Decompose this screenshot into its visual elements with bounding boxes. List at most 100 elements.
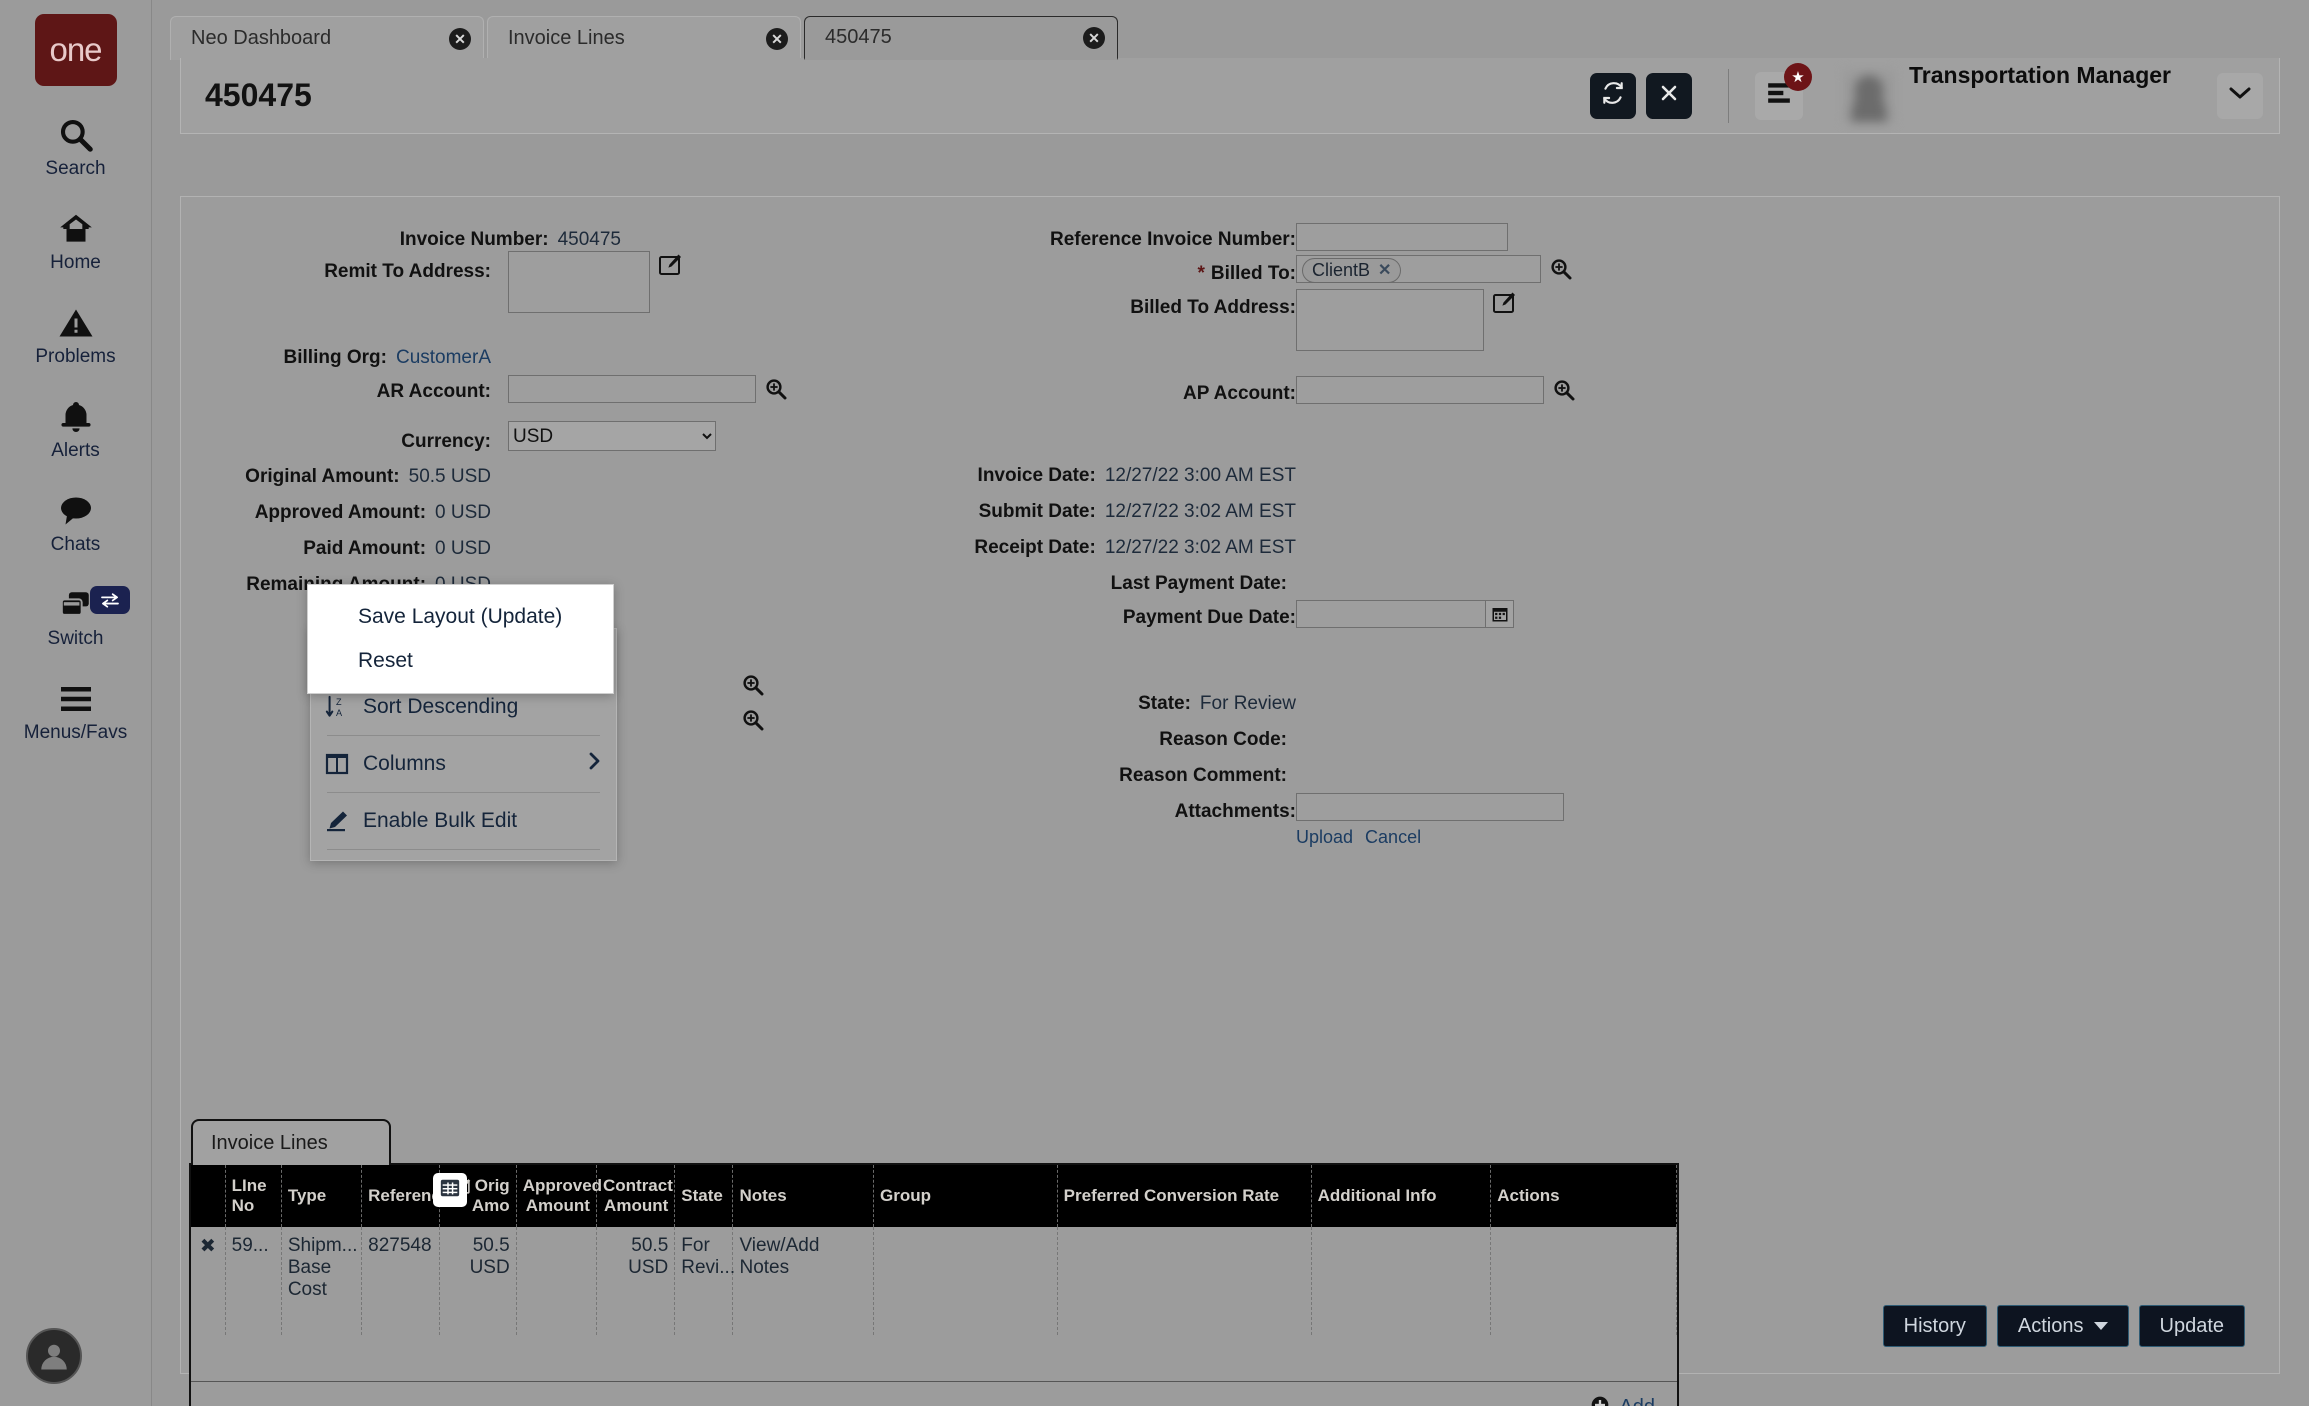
th-actions[interactable]: Actions	[1491, 1165, 1677, 1227]
menu-favorites-button[interactable]: ★	[1755, 72, 1803, 120]
menu-separator	[327, 735, 600, 736]
sidebar-item-label: Alerts	[51, 440, 100, 462]
menu-item-columns[interactable]: Columns	[311, 740, 616, 788]
user-avatar-bottom[interactable]	[26, 1328, 82, 1384]
ar-account-input[interactable]	[508, 375, 756, 403]
switch-toggle-badge-icon[interactable]	[90, 586, 130, 614]
footer-button-bar: History Actions Update	[1883, 1305, 2245, 1347]
home-icon	[56, 208, 96, 250]
currency-group: USD	[499, 421, 716, 451]
th-line-no[interactable]: LIne No	[225, 1165, 281, 1227]
chat-icon	[56, 490, 96, 532]
grid-columns-icon	[439, 1177, 461, 1204]
user-block[interactable]: Transportation Manager	[1843, 62, 2171, 129]
upload-link[interactable]: Upload	[1296, 827, 1353, 848]
billed-to-address-input[interactable]	[1296, 289, 1484, 351]
sidebar-item-label: Search	[45, 158, 105, 180]
field-remit-to-address: Remit To Address:	[241, 257, 491, 283]
field-value: 450475	[558, 225, 621, 251]
cell-orig-amount: 50.5 USD	[440, 1227, 516, 1335]
plus-circle-icon[interactable]	[1590, 1395, 1610, 1406]
table-row[interactable]: ✖ 59... Shipm... Base Cost 827548 50.5 U…	[191, 1227, 1677, 1335]
history-button[interactable]: History	[1883, 1305, 1987, 1347]
tab-invoice-lines[interactable]: Invoice Lines ✕	[487, 16, 801, 60]
th-state[interactable]: State	[675, 1165, 733, 1227]
ap-account-input[interactable]	[1296, 376, 1544, 404]
search-magnifier-icon[interactable]	[764, 375, 788, 401]
billed-to-group: ClientB ✕	[1296, 255, 1573, 283]
refresh-icon	[1600, 80, 1626, 111]
billed-to-input[interactable]: ClientB ✕	[1296, 255, 1541, 283]
cell-group	[873, 1227, 1057, 1335]
calendar-icon[interactable]	[1486, 600, 1514, 628]
th-additional-info[interactable]: Additional Info	[1311, 1165, 1491, 1227]
sidebar-item-menus-favs[interactable]: Menus/Favs	[0, 678, 152, 744]
field-value: 0 USD	[435, 498, 491, 524]
sidebar-item-alerts[interactable]: Alerts	[0, 396, 152, 462]
th-contract-amount[interactable]: Contract Amount	[596, 1165, 674, 1227]
th-reference[interactable]: Reference	[362, 1165, 440, 1227]
attachments-input[interactable]	[1296, 793, 1564, 821]
cell-notes[interactable]: View/Add Notes	[733, 1227, 874, 1335]
submenu-item-reset[interactable]: Reset	[308, 639, 613, 683]
user-menu-chevron[interactable]	[2217, 73, 2263, 119]
th-notes[interactable]: Notes	[733, 1165, 874, 1227]
field-label: Remit To Address:	[324, 257, 491, 283]
th-select[interactable]	[191, 1165, 225, 1227]
th-group[interactable]: Group	[873, 1165, 1057, 1227]
sidebar-item-home[interactable]: Home	[0, 208, 152, 274]
hidden-field-icon-2[interactable]	[741, 708, 765, 732]
tab-450475[interactable]: 450475 ✕	[804, 16, 1118, 60]
reference-invoice-number-input[interactable]	[1296, 223, 1508, 251]
billed-to-address-group	[1296, 289, 1516, 351]
close-icon[interactable]: ✕	[766, 28, 788, 50]
app-logo[interactable]: one	[35, 14, 117, 86]
cell-state: For Revi...	[675, 1227, 733, 1335]
remit-to-address-input[interactable]	[508, 251, 650, 313]
field-attachments-label: Attachments:	[821, 797, 1296, 823]
chip-label: ClientB	[1312, 260, 1370, 281]
search-magnifier-icon[interactable]	[1552, 376, 1576, 402]
grid-columns-menu-button[interactable]	[433, 1173, 467, 1207]
th-preferred-conversion-rate[interactable]: Preferred Conversion Rate	[1057, 1165, 1311, 1227]
billed-to-chip[interactable]: ClientB ✕	[1302, 258, 1401, 283]
currency-select[interactable]: USD	[508, 421, 716, 451]
cancel-link[interactable]: Cancel	[1365, 827, 1421, 848]
actions-button[interactable]: Actions	[1997, 1305, 2129, 1347]
bell-icon	[58, 396, 94, 438]
tab-label: Neo Dashboard	[191, 27, 449, 50]
chip-remove-icon[interactable]: ✕	[1378, 260, 1391, 280]
refresh-button[interactable]	[1590, 73, 1636, 119]
hidden-field-icon-1[interactable]	[741, 673, 765, 697]
user-role: Transportation Manager	[1909, 62, 2171, 89]
field-label: Currency:	[401, 427, 491, 453]
cell-reference[interactable]: 827548	[362, 1227, 440, 1335]
sidebar-item-problems[interactable]: Problems	[0, 302, 152, 368]
edit-pencil-icon[interactable]	[1492, 289, 1516, 315]
field-billed-to-address-label: Billed To Address:	[821, 293, 1296, 319]
sidebar-item-search[interactable]: Search	[0, 114, 152, 180]
close-page-button[interactable]	[1646, 73, 1692, 119]
cell-approved-amount	[516, 1227, 596, 1335]
update-button[interactable]: Update	[2139, 1305, 2246, 1347]
add-row-label[interactable]: Add	[1619, 1396, 1655, 1406]
th-type[interactable]: Type	[281, 1165, 361, 1227]
field-label: Reason Code:	[1159, 725, 1287, 751]
search-magnifier-icon[interactable]	[1549, 255, 1573, 281]
edit-pencil-icon[interactable]	[658, 251, 682, 277]
tab-neo-dashboard[interactable]: Neo Dashboard ✕	[170, 16, 484, 60]
tab-invoice-lines-grid[interactable]: Invoice Lines	[191, 1119, 391, 1165]
close-icon[interactable]: ✕	[449, 28, 471, 50]
submenu-item-save-layout[interactable]: Save Layout (Update)	[308, 595, 613, 639]
sidebar-item-switch[interactable]: Switch	[0, 584, 152, 650]
close-icon[interactable]: ✕	[1083, 27, 1105, 49]
menu-item-enable-bulk-edit[interactable]: Enable Bulk Edit	[311, 797, 616, 845]
field-value[interactable]: CustomerA	[396, 343, 491, 369]
avatar	[1843, 70, 1895, 122]
row-delete-icon[interactable]: ✖	[191, 1227, 225, 1335]
th-approved-amount[interactable]: Approved Amount	[516, 1165, 596, 1227]
field-label: AR Account:	[377, 377, 491, 403]
payment-due-date-input[interactable]	[1296, 600, 1486, 628]
sidebar-item-chats[interactable]: Chats	[0, 490, 152, 556]
field-value: 50.5 USD	[409, 462, 491, 488]
